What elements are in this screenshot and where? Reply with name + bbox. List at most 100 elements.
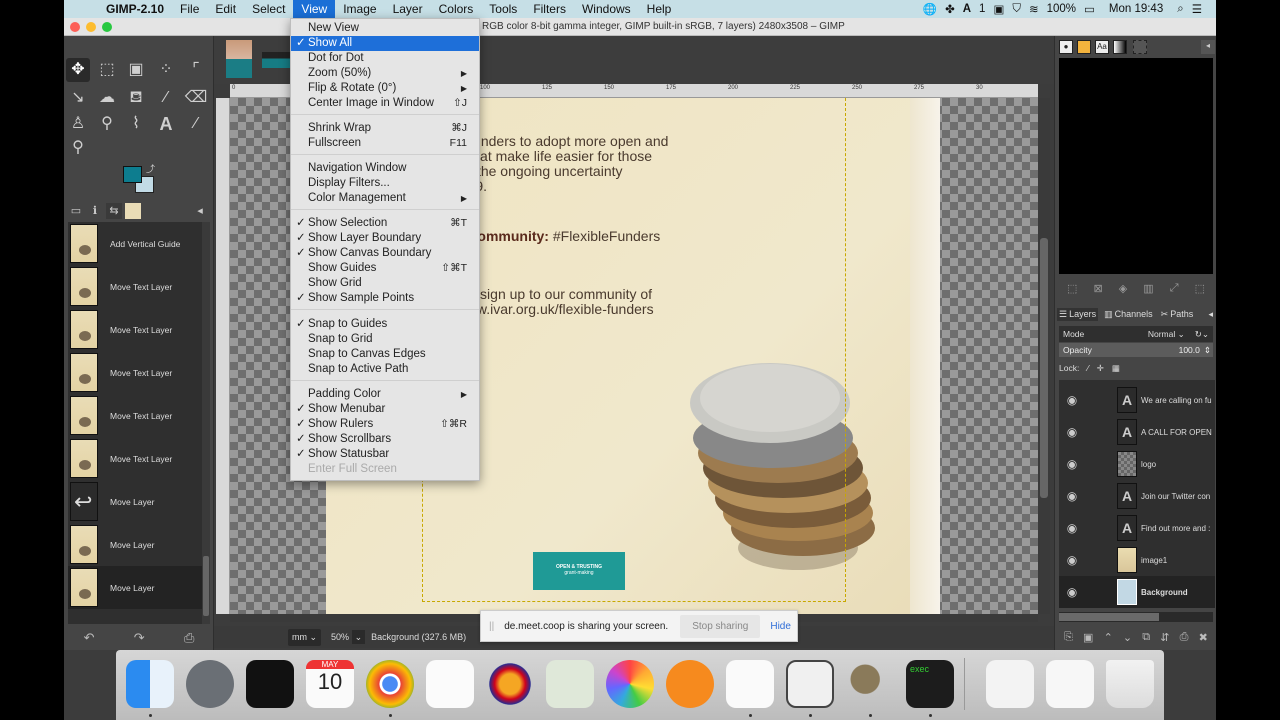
menu-item-show-sample-points[interactable]: ✓ Show Sample Points <box>291 291 479 306</box>
visibility-eye-icon[interactable]: ◉ <box>1063 521 1081 535</box>
calendar-icon[interactable]: MAY 10 <box>306 660 354 708</box>
menu-item-show-canvas-boundary[interactable]: ✓ Show Canvas Boundary <box>291 246 479 261</box>
undo-row[interactable]: Move Text Layer <box>68 394 202 437</box>
zoom-in-icon[interactable]: ⤢ <box>1170 282 1179 298</box>
menu-item-flip-rotate-0[interactable]: Flip & Rotate (0°) ▶ <box>291 81 479 96</box>
menu-item-shrink-wrap[interactable]: Shrink Wrap ⌘J <box>291 121 479 136</box>
gimp-icon[interactable] <box>846 660 894 708</box>
hide-banner-button[interactable]: Hide <box>770 621 791 632</box>
visibility-eye-icon[interactable]: ◉ <box>1063 553 1081 567</box>
chrome-icon[interactable] <box>366 660 414 708</box>
menu-item-show-statusbar[interactable]: ✓ Show Statusbar <box>291 447 479 462</box>
visibility-eye-icon[interactable]: ◉ <box>1063 425 1081 439</box>
menu-item-display-filters[interactable]: Display Filters... <box>291 176 479 191</box>
brushes-tab-icon[interactable]: ● <box>1059 40 1073 54</box>
layer-row[interactable]: ◉ A Join our Twitter con <box>1059 480 1215 512</box>
layer-row[interactable]: ◉ A Find out more and : <box>1059 512 1215 544</box>
finder-icon[interactable] <box>126 660 174 708</box>
opacity-value[interactable]: 100.0 <box>1179 345 1200 355</box>
canvas-vertical-scrollbar[interactable] <box>1038 98 1050 614</box>
zoom-out-icon[interactable]: ⬚ <box>1067 282 1077 298</box>
menu-item-fullscreen[interactable]: Fullscreen F11 <box>291 136 479 151</box>
undo-row[interactable]: Add Vertical Guide <box>68 222 202 265</box>
undo-row[interactable]: Move Text Layer <box>68 437 202 480</box>
menu-item-show-guides[interactable]: Show Guides ⇧⌘T <box>291 261 479 276</box>
mission-control-icon[interactable] <box>246 660 294 708</box>
libreoffice-icon[interactable] <box>786 660 834 708</box>
visibility-eye-icon[interactable]: ◉ <box>1063 489 1081 503</box>
undo-scroll-thumb[interactable] <box>203 556 209 616</box>
navigation-tab-icon[interactable] <box>1133 40 1147 54</box>
unit-select[interactable]: mm ⌄ <box>288 628 322 646</box>
text-tool-icon[interactable]: A <box>154 112 178 136</box>
warp-transform-tool-icon[interactable]: ☁ <box>95 86 119 110</box>
undo-row[interactable]: ↩ Move Layer <box>68 480 202 523</box>
menu-item-snap-to-active-path[interactable]: Snap to Active Path <box>291 362 479 377</box>
trash-icon[interactable] <box>1106 660 1154 708</box>
menu-file[interactable]: File <box>172 0 207 18</box>
menu-item-show-scrollbars[interactable]: ✓ Show Scrollbars <box>291 432 479 447</box>
menu-app-name[interactable]: GIMP-2.10 <box>98 0 172 18</box>
layer-row[interactable]: ◉ A We are calling on fu <box>1059 384 1215 416</box>
dock-menu-icon[interactable]: ◂ <box>192 203 208 219</box>
layer-row[interactable]: ◉ logo <box>1059 448 1215 480</box>
textedit-icon[interactable] <box>726 660 774 708</box>
menu-colors[interactable]: Colors <box>431 0 482 18</box>
opacity-slider[interactable]: Opacity 100.0 ⇕ <box>1059 343 1213 357</box>
menu-item-zoom-50[interactable]: Zoom (50%) ▶ <box>291 66 479 81</box>
spotlight-search-icon[interactable]: ⌕ <box>1177 3 1183 16</box>
foreground-select-tool-icon[interactable]: ▣ <box>124 58 148 82</box>
menu-item-show-rulers[interactable]: ✓ Show Rulers ⇧⌘R <box>291 417 479 432</box>
duplicate-layer-icon[interactable]: ⧉ <box>1142 631 1150 644</box>
stop-sharing-button[interactable]: Stop sharing <box>680 614 761 638</box>
launchpad-icon[interactable] <box>186 660 234 708</box>
menu-item-show-grid[interactable]: Show Grid <box>291 276 479 291</box>
image-tab-2[interactable] <box>262 52 292 68</box>
wifi-icon[interactable]: ≋ <box>1029 2 1039 16</box>
fonts-tab-icon[interactable]: Aa <box>1095 40 1109 54</box>
notification-center-icon[interactable]: ☰ <box>1192 2 1202 16</box>
menu-item-show-selection[interactable]: ✓ Show Selection ⌘T <box>291 216 479 231</box>
paintbrush-tool-icon[interactable]: ⁄ <box>154 86 178 110</box>
vpn-shield-icon[interactable]: ⛉ <box>1012 3 1021 16</box>
folder-stack-icon[interactable] <box>1046 660 1094 708</box>
lock-alpha-icon[interactable]: ▦ <box>1112 363 1120 374</box>
globe-download-icon[interactable]: 🌐 <box>923 2 937 16</box>
delete-layer-icon[interactable]: ✖ <box>1199 631 1208 644</box>
tool-options-tab-icon[interactable]: ▭ <box>68 203 84 219</box>
layer-row-selected[interactable]: ◉ Background <box>1059 576 1215 608</box>
menu-item-snap-to-grid[interactable]: Snap to Grid <box>291 332 479 347</box>
tab-paths[interactable]: ✂ Paths <box>1159 308 1196 321</box>
menu-item-navigation-window[interactable]: Navigation Window <box>291 161 479 176</box>
paths-tool-icon[interactable]: ⌇ <box>124 112 148 136</box>
menu-image[interactable]: Image <box>335 0 384 18</box>
lock-pixels-icon[interactable]: ⁄ <box>1087 363 1088 373</box>
patterns-tab-icon[interactable] <box>1077 40 1091 54</box>
adobe-icon[interactable]: A <box>963 3 971 15</box>
vertical-ruler[interactable] <box>216 98 230 614</box>
images-tab-icon[interactable] <box>125 203 141 219</box>
image-tab-1[interactable] <box>226 40 252 78</box>
new-layer-icon[interactable]: ⎘ <box>1064 631 1073 644</box>
canvas-vscroll-thumb[interactable] <box>1040 238 1048 498</box>
audacity-icon[interactable] <box>486 660 534 708</box>
unified-transform-tool-icon[interactable]: ↘ <box>66 86 90 110</box>
mode-select[interactable]: Normal ⌄ <box>1148 329 1185 340</box>
layers-dock-menu-icon[interactable]: ◂ <box>1208 309 1213 320</box>
anchor-layer-icon[interactable]: ⇵ <box>1160 631 1169 644</box>
gradients-tab-icon[interactable] <box>1113 40 1127 54</box>
menu-edit[interactable]: Edit <box>207 0 244 18</box>
maximize-window-button[interactable] <box>102 22 112 32</box>
visibility-eye-icon[interactable]: ◉ <box>1063 457 1081 471</box>
drag-handle-icon[interactable]: || <box>489 621 494 632</box>
menu-item-show-all[interactable]: ✓ Show All <box>291 36 479 51</box>
menu-select[interactable]: Select <box>244 0 293 18</box>
menu-layer[interactable]: Layer <box>385 0 431 18</box>
battery-icon[interactable]: ▭ <box>1084 2 1095 16</box>
close-window-button[interactable] <box>70 22 80 32</box>
tab-layers[interactable]: ☰ Layers <box>1057 307 1099 321</box>
zoom-tool-icon[interactable]: ⚲ <box>66 136 90 160</box>
shrink-wrap-icon[interactable]: ⬚ <box>1195 282 1205 298</box>
raise-layer-icon[interactable]: ⌃ <box>1104 631 1113 644</box>
undo-row-selected[interactable]: Move Layer <box>68 566 202 609</box>
